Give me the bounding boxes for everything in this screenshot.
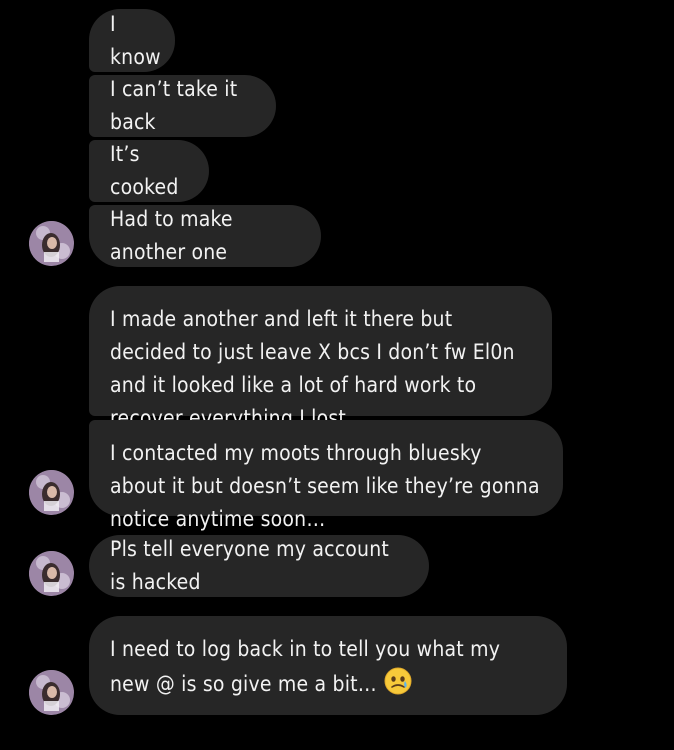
avatar-image xyxy=(29,670,74,715)
chat-thread: I know I can’t take it back It’s cooked … xyxy=(0,0,674,750)
message-text-content: I need to log back in to tell you what m… xyxy=(110,637,501,696)
message-bubble[interactable]: Had to make another one xyxy=(89,205,321,267)
avatar-image xyxy=(29,551,74,596)
message-bubble[interactable]: I need to log back in to tell you what m… xyxy=(89,616,567,715)
avatar-image xyxy=(29,221,74,266)
message-text: I know xyxy=(110,11,161,69)
message-text: Had to make another one xyxy=(110,207,233,264)
message-text: It’s cooked xyxy=(110,142,179,199)
message-bubble[interactable]: I contacted my moots through bluesky abo… xyxy=(89,420,563,531)
message-text: I need to log back in to tell you what m… xyxy=(110,616,543,701)
face-holding-back-tears-emoji xyxy=(384,667,412,695)
contact-avatar[interactable] xyxy=(29,670,74,715)
message-text: I can’t take it back xyxy=(110,77,238,134)
message-text: I made another and left it there but dec… xyxy=(110,307,515,430)
contact-avatar[interactable] xyxy=(29,551,74,596)
message-bubble[interactable]: I know xyxy=(89,9,175,72)
contact-avatar[interactable] xyxy=(29,470,74,515)
message-text: I contacted my moots through bluesky abo… xyxy=(110,441,540,531)
message-bubble[interactable]: I made another and left it there but dec… xyxy=(89,286,552,430)
contact-avatar[interactable] xyxy=(29,221,74,266)
message-bubble[interactable]: Pls tell everyone my account is hacked xyxy=(89,535,429,597)
message-bubble[interactable]: I can’t take it back xyxy=(89,75,276,137)
message-text: Pls tell everyone my account is hacked xyxy=(110,537,389,594)
message-bubble[interactable]: It’s cooked xyxy=(89,140,209,202)
avatar-image xyxy=(29,470,74,515)
